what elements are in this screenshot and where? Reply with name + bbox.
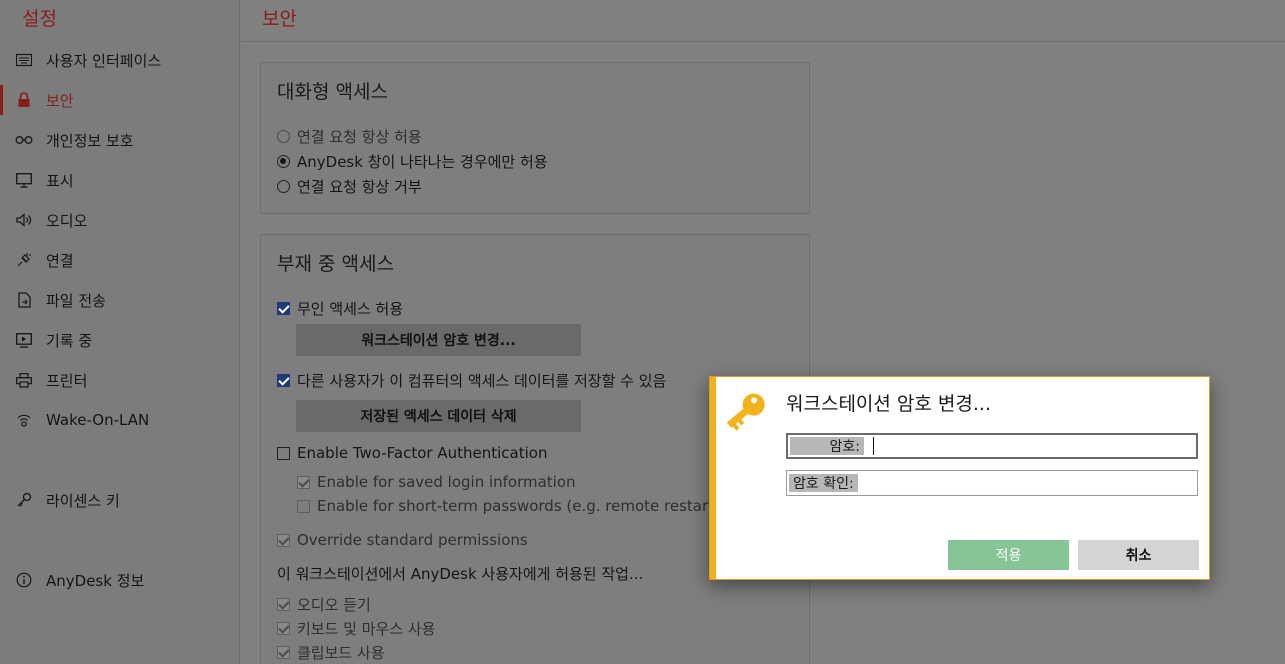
radio-button[interactable]: [277, 130, 290, 143]
sidebar-item-label: Wake-On-LAN: [46, 411, 150, 429]
radio-allow-when-window-open[interactable]: AnyDesk 창이 나타나는 경우에만 허용: [277, 151, 548, 172]
delete-access-data-button[interactable]: 저장된 액세스 데이터 삭제: [296, 400, 581, 432]
sidebar-item-license-key[interactable]: 라이센스 키: [0, 485, 240, 515]
checkbox-label: 키보드 및 마우스 사용: [297, 620, 436, 638]
checkbox-label: Enable for short-term passwords (e.g. re…: [317, 497, 720, 515]
radio-button[interactable]: [277, 155, 290, 168]
plug-icon: [0, 252, 46, 268]
wake-on-lan-icon: [0, 412, 46, 428]
dialog-accent-stripe: [710, 377, 716, 579]
sidebar-item-connection[interactable]: 연결: [0, 245, 240, 275]
checkbox-permission-keyboard-mouse[interactable]: 키보드 및 마우스 사용: [277, 618, 436, 639]
sidebar-item-label: 기록 중: [46, 331, 93, 350]
sidebar-item-label: 오디오: [46, 211, 88, 230]
file-transfer-icon: [0, 292, 46, 308]
sidebar-item-audio[interactable]: 오디오: [0, 205, 240, 235]
checkbox-label: 다른 사용자가 이 컴퓨터의 액세스 데이터를 저장할 수 있음: [297, 372, 667, 390]
change-password-dialog: 워크스테이션 암호 변경... 암호: 암호 확인: 적용 취소: [709, 376, 1210, 580]
password-label: 암호:: [790, 437, 864, 455]
radio-always-allow[interactable]: 연결 요청 항상 허용: [277, 126, 422, 147]
checkbox-label: 오디오 듣기: [297, 596, 371, 614]
sidebar: 설정 사용자 인터페이스 보안 개인정보 보호 표시 오디오 연결 파일 전송 …: [0, 0, 240, 664]
confirm-password-label: 암호 확인:: [789, 474, 858, 492]
checkbox-permission-audio[interactable]: 오디오 듣기: [277, 594, 371, 615]
checkbox[interactable]: [277, 598, 290, 611]
checkbox[interactable]: [277, 622, 290, 635]
panel-title: 부재 중 액세스: [277, 253, 394, 275]
page-header: 보안: [241, 0, 1285, 42]
sidebar-item-label: 프린터: [46, 371, 88, 390]
key-icon: [0, 492, 46, 508]
permissions-heading: 이 워크스테이션에서 AnyDesk 사용자에게 허용된 작업...: [277, 565, 644, 583]
sidebar-item-label: 표시: [46, 171, 74, 190]
checkbox-allow-unattended[interactable]: 무인 액세스 허용: [277, 298, 403, 319]
sidebar-item-user-interface[interactable]: 사용자 인터페이스: [0, 45, 240, 75]
checkbox[interactable]: [277, 533, 290, 547]
glasses-icon: [0, 135, 46, 145]
info-icon: [0, 572, 46, 588]
sidebar-item-label: 사용자 인터페이스: [46, 51, 162, 70]
record-icon: [0, 332, 46, 348]
sidebar-item-label: 라이센스 키: [46, 491, 120, 510]
checkbox[interactable]: [277, 446, 290, 460]
key-icon: [720, 385, 772, 441]
password-field[interactable]: 암호:: [786, 433, 1198, 459]
checkbox[interactable]: [297, 499, 310, 513]
sidebar-item-display[interactable]: 표시: [0, 165, 240, 195]
text-caret: [873, 437, 874, 455]
interactive-access-panel: 대화형 액세스 연결 요청 항상 허용 AnyDesk 창이 나타나는 경우에만…: [260, 62, 810, 214]
checkbox[interactable]: [277, 646, 290, 659]
sidebar-item-label: 보안: [46, 91, 74, 110]
radio-label: 연결 요청 항상 거부: [297, 178, 422, 196]
apply-button[interactable]: 적용: [948, 540, 1069, 570]
password-input[interactable]: [882, 436, 1196, 456]
checkbox-two-factor[interactable]: Enable Two-Factor Authentication: [277, 444, 547, 462]
page-title: 보안: [262, 8, 297, 30]
sidebar-item-about[interactable]: AnyDesk 정보: [0, 565, 240, 595]
monitor-icon: [0, 172, 46, 188]
sidebar-item-label: 연결: [46, 251, 74, 270]
sidebar-item-privacy[interactable]: 개인정보 보호: [0, 125, 240, 155]
radio-button[interactable]: [277, 180, 290, 193]
change-workstation-password-button[interactable]: 워크스테이션 암호 변경...: [296, 324, 581, 356]
checkbox-label: 클립보드 사용: [297, 644, 385, 662]
sidebar-item-label: 파일 전송: [46, 291, 106, 310]
checkbox-allow-store-access-data[interactable]: 다른 사용자가 이 컴퓨터의 액세스 데이터를 저장할 수 있음: [277, 370, 666, 391]
checkbox-label: Enable Two-Factor Authentication: [297, 444, 548, 462]
sidebar-item-file-transfer[interactable]: 파일 전송: [0, 285, 240, 315]
checkbox-label: Override standard permissions: [297, 531, 528, 549]
radio-label: AnyDesk 창이 나타나는 경우에만 허용: [297, 153, 548, 171]
sidebar-item-label: 개인정보 보호: [46, 131, 134, 150]
sidebar-item-wake-on-lan[interactable]: Wake-On-LAN: [0, 405, 240, 435]
panel-title: 대화형 액세스: [277, 81, 388, 103]
radio-label: 연결 요청 항상 허용: [297, 128, 422, 146]
checkbox[interactable]: [297, 475, 310, 489]
sidebar-title: 설정: [22, 8, 57, 30]
checkbox-label: 무인 액세스 허용: [297, 300, 404, 318]
lock-icon: [0, 92, 46, 108]
sidebar-item-recording[interactable]: 기록 중: [0, 325, 240, 355]
dialog-title: 워크스테이션 암호 변경...: [786, 393, 991, 415]
sidebar-item-security[interactable]: 보안: [0, 85, 240, 115]
radio-always-deny[interactable]: 연결 요청 항상 거부: [277, 176, 422, 197]
confirm-password-field[interactable]: 암호 확인:: [786, 470, 1198, 496]
confirm-password-input[interactable]: [865, 473, 1197, 493]
sidebar-item-label: AnyDesk 정보: [46, 571, 145, 590]
checkbox-short-term-passwords[interactable]: Enable for short-term passwords (e.g. re…: [297, 497, 720, 515]
sidebar-item-printer[interactable]: 프린터: [0, 365, 240, 395]
checkbox-saved-login[interactable]: Enable for saved login information: [297, 473, 576, 491]
cancel-button[interactable]: 취소: [1078, 540, 1199, 570]
speaker-icon: [0, 213, 46, 227]
keyboard-icon: [0, 53, 46, 67]
printer-icon: [0, 372, 46, 388]
checkbox-permission-clipboard[interactable]: 클립보드 사용: [277, 642, 385, 663]
active-indicator: [0, 85, 3, 115]
checkbox-label: Enable for saved login information: [317, 473, 576, 491]
checkbox[interactable]: [277, 374, 290, 387]
checkbox-override-permissions[interactable]: Override standard permissions: [277, 531, 528, 549]
checkbox[interactable]: [277, 302, 290, 315]
